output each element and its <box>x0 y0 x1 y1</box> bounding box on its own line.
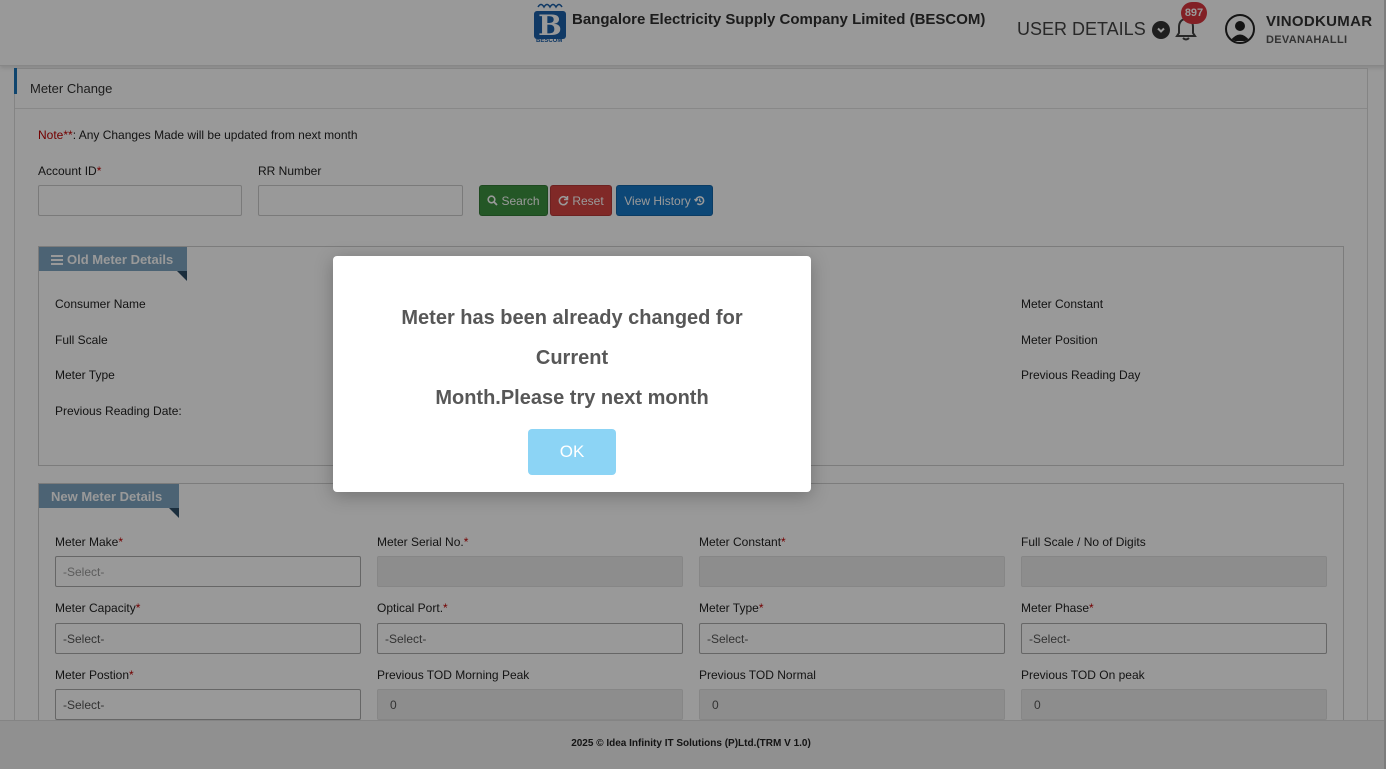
alert-message-line2: Month.Please try next month <box>435 387 709 409</box>
ok-button[interactable]: OK <box>528 429 616 475</box>
alert-message: Meter has been already changed for Curre… <box>363 298 781 418</box>
alert-dialog: Meter has been already changed for Curre… <box>333 256 811 492</box>
alert-message-line1: Meter has been already changed for Curre… <box>401 307 743 369</box>
